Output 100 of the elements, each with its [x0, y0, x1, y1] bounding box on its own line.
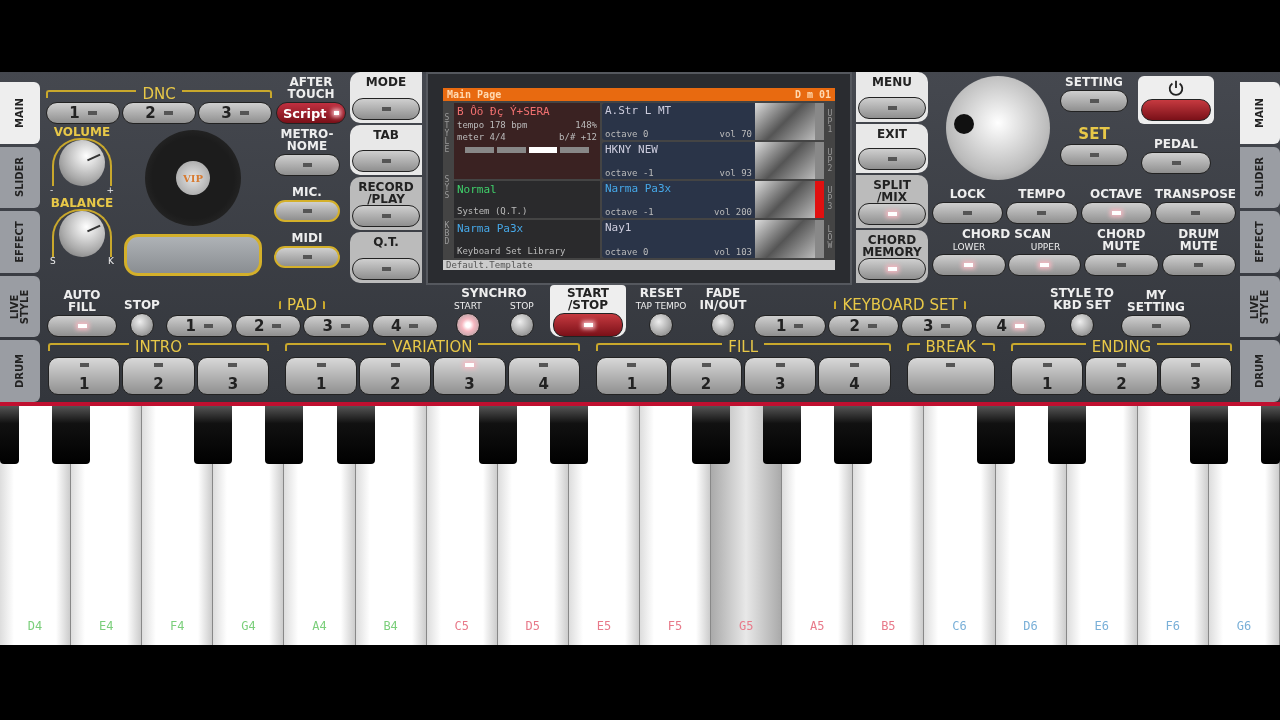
panel-button[interactable] — [1006, 202, 1078, 224]
side-tab[interactable]: SLIDER — [0, 146, 40, 209]
panel-button[interactable]: 2 — [122, 102, 196, 124]
section-button[interactable]: 3 — [1159, 357, 1232, 395]
panel-button[interactable] — [858, 96, 926, 119]
side-tab[interactable]: LIVE STYLE — [1240, 275, 1280, 338]
section-button[interactable]: 1 — [1010, 357, 1084, 395]
voice-slot[interactable]: Nay1 octave 0 vol 103 — [602, 220, 824, 258]
panel-button[interactable] — [352, 97, 420, 120]
power-button[interactable] — [1141, 99, 1211, 121]
sharp-key[interactable] — [763, 406, 802, 464]
section-button[interactable]: 1 — [48, 357, 121, 395]
style-panel[interactable]: B Ôö Ðç Ý+SERA tempo 178 bpm 148% meter 4/4 b/# +12 — [454, 102, 600, 180]
sharp-key[interactable] — [976, 406, 1015, 464]
panel-button[interactable] — [274, 200, 340, 222]
sharp-key[interactable] — [265, 406, 304, 464]
keyboard-set-panel[interactable]: Narma Pa3x Keyboard Set Library — [454, 220, 600, 258]
section-button[interactable]: 3 — [433, 357, 506, 395]
button-label: STOP — [510, 301, 534, 311]
panel-button[interactable] — [858, 258, 926, 280]
side-tab[interactable]: EFFECT — [1240, 211, 1280, 273]
round-button[interactable] — [711, 313, 735, 337]
section-button[interactable]: 3 — [744, 357, 817, 395]
sharp-key[interactable] — [194, 406, 233, 464]
side-tab[interactable]: DRUM — [0, 340, 40, 402]
panel-button[interactable] — [858, 148, 926, 170]
panel-button[interactable] — [858, 203, 926, 225]
button-label: CHORD MEMORY — [862, 234, 922, 258]
section-button[interactable]: 1 — [595, 357, 668, 395]
side-tab[interactable]: MAIN — [1240, 82, 1280, 144]
panel-button[interactable] — [932, 254, 1006, 276]
side-tab[interactable]: EFFECT — [0, 211, 40, 273]
system-panel[interactable]: Normal System (Q.T.) — [454, 181, 600, 219]
sharp-key[interactable] — [834, 406, 873, 464]
start-stop-button[interactable] — [553, 313, 623, 337]
section-button[interactable]: 4 — [507, 357, 580, 395]
panel-button[interactable]: 3 — [198, 102, 272, 124]
section-button[interactable]: 2 — [1085, 357, 1158, 395]
round-button[interactable] — [1070, 313, 1094, 337]
panel-button[interactable]: 1 — [166, 315, 233, 337]
panel-button[interactable] — [1080, 202, 1152, 224]
section-button[interactable]: 1 — [285, 357, 358, 395]
section-button[interactable] — [906, 357, 995, 395]
keyboard-set-sub: Keyboard Set Library — [457, 245, 567, 256]
voice-slot[interactable]: HKNY NEW octave -1 vol 93 — [602, 141, 824, 179]
panel-button[interactable] — [1161, 254, 1236, 276]
panel-button[interactable]: 4 — [371, 315, 438, 337]
panel-button[interactable] — [1084, 254, 1159, 276]
sharp-key[interactable] — [549, 406, 588, 464]
panel-button[interactable] — [1154, 202, 1236, 224]
sharp-key[interactable] — [1189, 406, 1228, 464]
panel-button[interactable] — [1121, 315, 1191, 337]
round-button[interactable] — [455, 313, 480, 337]
panel-button[interactable]: 3 — [901, 315, 973, 337]
power-icon — [1167, 79, 1185, 97]
sharp-key[interactable] — [478, 406, 517, 464]
panel-button[interactable] — [1007, 254, 1081, 276]
panel-button[interactable] — [352, 258, 420, 280]
section-button[interactable]: 2 — [122, 357, 195, 395]
voice-slot[interactable]: Narma Pa3x octave -1 vol 200 — [602, 181, 824, 219]
panel-button[interactable] — [1060, 144, 1128, 166]
round-button[interactable] — [649, 313, 673, 337]
side-tab[interactable]: DRUM — [1240, 340, 1280, 402]
panel-button[interactable] — [1141, 152, 1211, 174]
panel-button[interactable]: 1 — [754, 315, 826, 337]
side-tag: LOW — [826, 226, 834, 251]
volume-text: vol 93 — [719, 168, 752, 178]
panel-button[interactable] — [274, 154, 340, 176]
panel-button[interactable]: 3 — [303, 315, 370, 337]
panel-button[interactable]: 4 — [974, 315, 1046, 337]
bracket-line — [322, 301, 325, 309]
section-button[interactable]: 4 — [818, 357, 891, 395]
side-tab[interactable]: LIVE STYLE — [0, 275, 40, 338]
panel-button[interactable] — [274, 246, 340, 268]
section-title: INTRO — [135, 339, 183, 355]
panel-button[interactable]: 2 — [827, 315, 899, 337]
sharp-key[interactable] — [336, 406, 375, 464]
bracket-line — [963, 301, 966, 309]
panel-button[interactable] — [932, 202, 1004, 224]
note-label: G5 — [738, 619, 754, 633]
round-button[interactable] — [130, 313, 154, 337]
side-tag: UP2 — [826, 148, 834, 173]
panel-button[interactable] — [352, 150, 420, 173]
bracket-line — [834, 301, 837, 309]
voice-slot[interactable]: A.Str L MT octave 0 vol 70 — [602, 102, 824, 140]
side-tab[interactable]: MAIN — [0, 82, 40, 144]
sharp-key[interactable] — [52, 406, 91, 464]
panel-button[interactable]: 1 — [46, 102, 120, 124]
side-tab[interactable]: SLIDER — [1240, 146, 1280, 209]
sharp-key[interactable] — [1047, 406, 1086, 464]
sharp-key[interactable] — [692, 406, 731, 464]
section-button[interactable]: 2 — [669, 357, 743, 395]
panel-button[interactable] — [1060, 90, 1128, 112]
section-button[interactable]: 2 — [359, 357, 432, 395]
panel-button[interactable] — [47, 315, 117, 337]
section-button[interactable]: 3 — [196, 357, 270, 395]
round-button[interactable] — [509, 313, 534, 337]
panel-button[interactable] — [352, 205, 420, 228]
panel-button[interactable]: 2 — [234, 315, 301, 337]
panel-button[interactable]: Script — [276, 102, 346, 124]
